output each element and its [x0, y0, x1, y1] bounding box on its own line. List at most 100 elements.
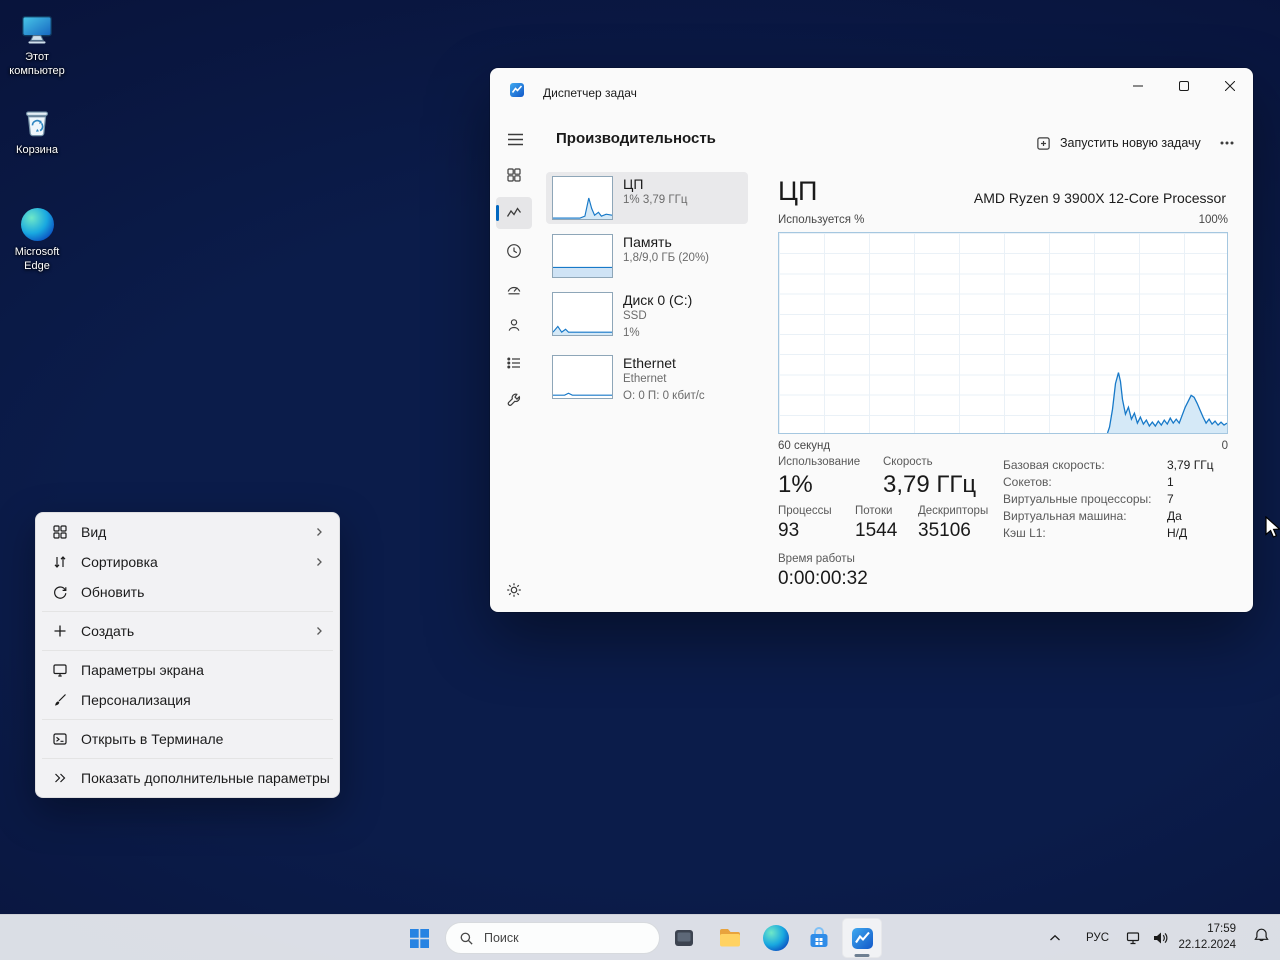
desktop-icon-label: Microsoft Edge	[1, 246, 73, 274]
run-new-task-label: Запустить новую задачу	[1060, 136, 1201, 150]
taskbar-edge[interactable]	[756, 918, 796, 958]
hamburger-icon	[507, 132, 524, 147]
chevron-right-icon	[313, 556, 325, 568]
stat-label: Время работы	[778, 553, 868, 565]
perf-item-sub: 1% 3,79 ГГц	[623, 193, 687, 209]
tray-time: 17:59	[1178, 922, 1236, 938]
perf-item-sub2: О: 0 П: 0 кбит/с	[623, 389, 705, 405]
file-explorer-icon	[717, 925, 743, 951]
spec-value: Н/Д	[1167, 525, 1229, 542]
stat-speed: Скорость 3,79 ГГц	[883, 456, 976, 499]
context-menu-item-personalize[interactable]: Персонализация	[40, 685, 335, 715]
nav-performance[interactable]	[496, 197, 532, 229]
context-menu-label: Сортировка	[81, 554, 300, 570]
titlebar[interactable]: Диспетчер задач	[490, 68, 1253, 112]
run-new-task-button[interactable]: Запустить новую задачу	[1028, 128, 1209, 158]
context-menu-item-refresh[interactable]: Обновить	[40, 577, 335, 607]
taskbar-task-manager[interactable]	[842, 918, 882, 958]
taskbar-pinned-app[interactable]	[664, 918, 704, 958]
tray-clock[interactable]: 17:59 22.12.2024	[1178, 915, 1236, 960]
cpu-mini-graph	[552, 176, 613, 220]
context-menu-label: Параметры экрана	[81, 662, 325, 678]
disk-mini-graph	[552, 292, 613, 336]
gear-icon	[506, 582, 522, 598]
stat-value: 1%	[778, 471, 860, 499]
nav-app-history[interactable]	[496, 235, 532, 267]
cpu-usage-graph[interactable]	[778, 232, 1228, 434]
nav-startup-apps[interactable]	[496, 272, 532, 304]
context-menu-item-new[interactable]: Создать	[40, 616, 335, 646]
perf-item-ethernet[interactable]: Ethernet Ethernet О: 0 П: 0 кбит/с	[546, 351, 748, 408]
task-manager-app-icon	[509, 82, 525, 98]
tray-system-icons[interactable]	[1118, 923, 1175, 953]
start-button[interactable]	[399, 918, 439, 958]
desktop-icon-recycle-bin[interactable]: Корзина	[1, 103, 73, 158]
taskbar-file-explorer[interactable]	[710, 918, 750, 958]
nav-services[interactable]	[496, 384, 532, 416]
taskbar-search[interactable]: Поиск	[445, 922, 660, 954]
spec-label: Сокетов:	[1003, 474, 1167, 491]
perf-item-memory[interactable]: Память 1,8/9,0 ГБ (20%)	[546, 230, 748, 282]
context-menu-item-display-settings[interactable]: Параметры экрана	[40, 655, 335, 685]
search-icon	[459, 931, 474, 946]
stat-label: Процессы	[778, 505, 832, 517]
startup-icon	[506, 280, 522, 296]
perf-item-title: Диск 0 (C:)	[623, 292, 692, 308]
edge-icon	[763, 925, 789, 951]
context-menu-item-open-in-terminal[interactable]: Открыть в Терминале	[40, 724, 335, 754]
performance-icon	[506, 205, 522, 221]
desktop-icon-microsoft-edge[interactable]: Microsoft Edge	[1, 205, 73, 274]
ethernet-mini-graph	[552, 355, 613, 399]
app-window-icon	[672, 926, 696, 950]
task-manager-icon	[850, 926, 875, 951]
context-menu-label: Открыть в Терминале	[81, 731, 325, 747]
search-placeholder: Поиск	[484, 931, 519, 945]
graph-time-label: 60 секунд	[778, 440, 830, 452]
taskbar: Поиск	[0, 914, 1280, 960]
desktop-context-menu: Вид Сортировка Обновить Создат	[35, 512, 340, 798]
perf-item-cpu[interactable]: ЦП 1% 3,79 ГГц	[546, 172, 748, 224]
windows-logo-icon	[410, 929, 429, 948]
stat-value: 0:00:00:32	[778, 568, 868, 590]
nav-details[interactable]	[496, 347, 532, 379]
notifications-button[interactable]	[1253, 927, 1270, 944]
stat-value: 3,79 ГГц	[883, 471, 976, 499]
graph-zero-label: 0	[1222, 440, 1228, 452]
tray-language[interactable]: РУС	[1080, 915, 1115, 960]
bell-icon	[1253, 927, 1270, 944]
cpu-heading: ЦП	[778, 176, 817, 207]
cpu-spec-table: Базовая скорость: 3,79 ГГц Сокетов: 1 Ви…	[1003, 457, 1229, 542]
nav-settings[interactable]	[496, 574, 532, 606]
context-menu-item-show-more-options[interactable]: Показать дополнительные параметры	[40, 763, 335, 793]
nav-processes[interactable]	[496, 159, 532, 191]
nav-users[interactable]	[496, 309, 532, 341]
context-menu-item-sort[interactable]: Сортировка	[40, 547, 335, 577]
perf-item-sub: SSD	[623, 309, 692, 325]
desktop-icon-this-pc[interactable]: Этот компьютер	[1, 10, 73, 79]
perf-item-sub2: 1%	[623, 326, 692, 342]
spec-label: Кэш L1:	[1003, 525, 1167, 542]
navigation-menu-button[interactable]	[498, 124, 532, 154]
context-menu-item-view[interactable]: Вид	[40, 517, 335, 547]
minimize-button[interactable]	[1115, 68, 1161, 104]
more-options-button[interactable]	[1212, 128, 1242, 158]
taskbar-store[interactable]	[799, 918, 839, 958]
display-icon	[52, 662, 68, 678]
menu-separator	[42, 650, 333, 651]
close-button[interactable]	[1207, 68, 1253, 104]
stat-processes: Процессы 93	[778, 505, 832, 542]
desktop-icon-label: Этот компьютер	[1, 51, 73, 79]
stat-value: 1544	[855, 520, 897, 542]
stat-label: Дескрипторы	[918, 505, 988, 517]
stat-value: 35106	[918, 520, 988, 542]
maximize-button[interactable]	[1161, 68, 1207, 104]
stat-label: Потоки	[855, 505, 897, 517]
users-icon	[506, 317, 522, 333]
history-icon	[506, 243, 522, 259]
store-icon	[806, 925, 832, 951]
perf-item-title: ЦП	[623, 176, 687, 192]
volume-icon	[1152, 930, 1168, 946]
tray-show-hidden-icons[interactable]	[1044, 925, 1066, 951]
perf-item-disk[interactable]: Диск 0 (C:) SSD 1%	[546, 288, 748, 345]
chevron-right-icon	[313, 625, 325, 637]
